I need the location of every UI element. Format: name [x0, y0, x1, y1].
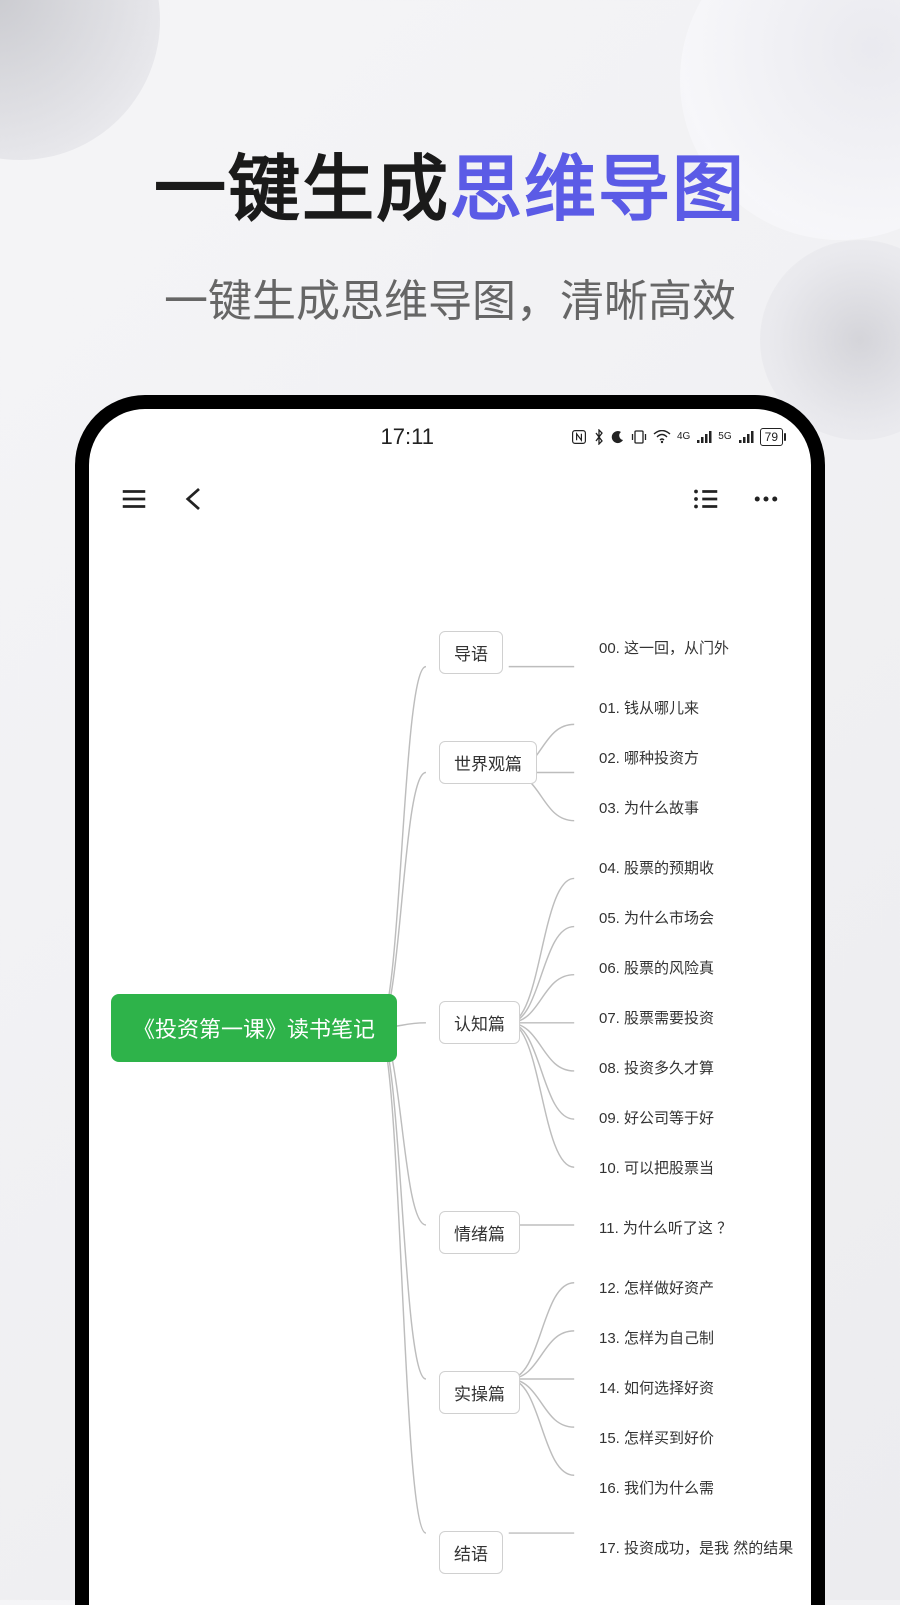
mindmap-leaf-node[interactable]: 09. 好公司等于好	[599, 1109, 714, 1129]
back-button[interactable]	[177, 482, 211, 516]
mindmap-root-node[interactable]: 《投资第一课》读书笔记	[111, 994, 397, 1062]
menu-button[interactable]	[117, 482, 151, 516]
mindmap-leaf-node[interactable]: 12. 怎样做好资产	[599, 1279, 714, 1299]
battery-indicator: 79	[760, 428, 783, 446]
more-button[interactable]	[749, 482, 783, 516]
phone-frame: 17:11 4G 5G 79 《投资第一课》读书笔记	[75, 395, 825, 1605]
mindmap-leaf-node[interactable]: 11. 为什么听了这 ？	[599, 1219, 729, 1239]
mindmap-leaf-node[interactable]: 03. 为什么故事	[599, 799, 699, 819]
network-5g-label: 5G	[718, 431, 731, 442]
bluetooth-icon	[593, 429, 605, 445]
mindmap-leaf-node[interactable]: 10. 可以把股票当	[599, 1159, 714, 1179]
mindmap-leaf-node[interactable]: 17. 投资成功，是我 然的结果	[599, 1539, 729, 1559]
mindmap-leaf-node[interactable]: 07. 股票需要投资	[599, 1009, 714, 1029]
hero-subtitle: 一键生成思维导图，清晰高效	[0, 265, 900, 329]
outline-button[interactable]	[689, 482, 723, 516]
hero-title-accent: 思维导图	[450, 150, 746, 230]
mindmap-leaf-node[interactable]: 15. 怎样买到好价	[599, 1429, 714, 1449]
app-bar	[89, 464, 811, 534]
signal-icon	[696, 430, 712, 444]
mindmap-leaf-node[interactable]: 06. 股票的风险真	[599, 959, 714, 979]
mindmap-branch-node[interactable]: 导语	[439, 631, 503, 674]
status-bar: 17:11 4G 5G 79	[89, 409, 811, 464]
mindmap-leaf-node[interactable]: 13. 怎样为自己制	[599, 1329, 714, 1349]
nfc-icon	[571, 429, 587, 445]
status-icons: 4G 5G 79	[571, 428, 783, 446]
mindmap-leaf-node[interactable]: 05. 为什么市场会	[599, 909, 714, 929]
hero-title: 一键生成思维导图	[0, 130, 900, 235]
mindmap-leaf-node[interactable]: 08. 投资多久才算	[599, 1059, 714, 1079]
network-4g-label: 4G	[677, 431, 690, 442]
wifi-icon	[653, 430, 671, 444]
mindmap-leaf-node[interactable]: 14. 如何选择好资	[599, 1379, 714, 1399]
dnd-icon	[611, 430, 625, 444]
vibrate-icon	[631, 430, 647, 444]
mindmap-leaf-node[interactable]: 04. 股票的预期收	[599, 859, 714, 879]
mindmap-canvas[interactable]: 《投资第一课》读书笔记 00. 这一回，从门外 01. 钱从哪儿来 02. 哪种投资…	[89, 534, 811, 1605]
mindmap-branch-node[interactable]: 世界观篇	[439, 741, 537, 784]
mindmap-branch-node[interactable]: 实操篇	[439, 1371, 520, 1414]
status-time: 17:11	[381, 424, 434, 450]
mindmap-branch-node[interactable]: 结语	[439, 1531, 503, 1574]
mindmap-leaf-node[interactable]: 01. 钱从哪儿来	[599, 699, 699, 719]
hero-title-plain: 一键生成	[154, 150, 450, 230]
mindmap-leaf-node[interactable]: 00. 这一回，从门外	[599, 639, 729, 659]
mindmap-leaf-node[interactable]: 16. 我们为什么需	[599, 1479, 714, 1499]
mindmap-branch-node[interactable]: 情绪篇	[439, 1211, 520, 1254]
signal-icon-2	[738, 430, 754, 444]
mindmap-branch-node[interactable]: 认知篇	[439, 1001, 520, 1044]
mindmap-leaf-node[interactable]: 02. 哪种投资方	[599, 749, 699, 769]
hero-section: 一键生成思维导图 一键生成思维导图，清晰高效	[0, 0, 900, 329]
